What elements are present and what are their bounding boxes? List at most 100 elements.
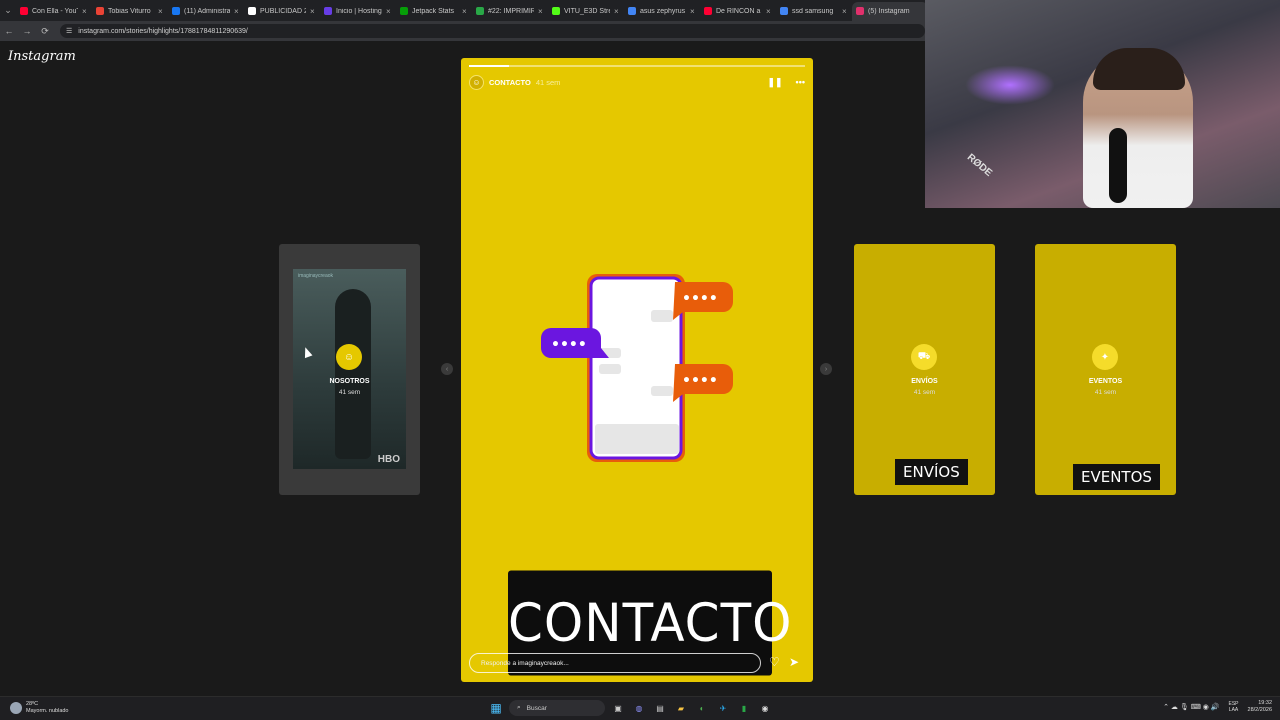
google-favicon-icon [628, 7, 636, 15]
calculator-icon[interactable]: ▤ [652, 700, 668, 716]
close-tab-icon[interactable]: × [462, 7, 468, 16]
person-silhouette [335, 289, 371, 459]
sheets-icon[interactable]: ▮ [736, 700, 752, 716]
webcam-overlay: RØDE [925, 0, 1280, 208]
story-time: 41 sem [535, 77, 561, 87]
close-tab-icon[interactable]: × [386, 7, 392, 16]
tab-title: #22: IMPRIMIR [488, 7, 534, 15]
tab-9[interactable]: De RINCÓN a × [700, 2, 776, 21]
highlight-avatar-icon: ☺ [336, 344, 362, 370]
close-tab-icon[interactable]: × [310, 7, 316, 16]
back-button[interactable]: ← [0, 26, 18, 36]
story-avatar-icon[interactable]: ☺ [469, 74, 484, 90]
tab-search-icon[interactable]: ⌄ [0, 0, 16, 21]
search-icon: ⌕ [517, 704, 521, 711]
story-label: ENVÍOS [895, 459, 968, 485]
tab-2[interactable]: (11) Administrar × [168, 2, 244, 21]
taskbar-search[interactable]: ⌕ Buscar [509, 700, 605, 716]
weather-desc: Mayorm. nublado [26, 708, 69, 714]
like-heart-icon[interactable]: ♡ [769, 655, 780, 669]
date: 28/2/2026 [1247, 707, 1272, 713]
close-tab-icon[interactable]: × [766, 7, 772, 16]
meta-favicon-icon [172, 7, 180, 15]
story-preview-nosotros[interactable]: imaginaycreaok HBO ☺ NOSOTROS 41 sem [279, 244, 420, 495]
close-tab-icon[interactable]: × [690, 7, 696, 16]
story-preview-eventos[interactable]: ✦ EVENTOS 41 sem EVENTOS [1035, 244, 1176, 495]
search-label: Buscar [526, 704, 547, 712]
tab-1[interactable]: Tobias Viturro × [92, 2, 168, 21]
windows-start-icon[interactable]: ▦ [488, 700, 504, 716]
forward-button[interactable]: → [18, 26, 36, 36]
tab-10[interactable]: ssd samsung × [776, 2, 852, 21]
task-view-icon[interactable]: ▣ [610, 700, 626, 716]
tab-0[interactable]: Con Ella - YouTube × [16, 2, 92, 21]
tab-6[interactable]: #22: IMPRIMIR × [472, 2, 548, 21]
instagram-favicon-icon [856, 7, 864, 15]
highlight-time: 41 sem [1094, 389, 1117, 396]
pause-icon[interactable]: ❚❚ [767, 77, 782, 88]
close-tab-icon[interactable]: × [538, 7, 544, 16]
tab-3[interactable]: PUBLICIDAD 2 × [244, 2, 320, 21]
clock[interactable]: 19:32 28/2/2026 [1248, 700, 1272, 714]
story-progress-bar [469, 65, 805, 67]
tab-title: (5) Instagram [868, 7, 910, 15]
story-username[interactable]: CONTACTO [489, 78, 531, 87]
bubble-dots-left: •••• [551, 337, 587, 353]
obs-icon[interactable]: ◉ [757, 700, 773, 716]
instagram-logo[interactable]: Instagram [8, 49, 76, 64]
address-bar-row: ← → ⟳ ☰ instagram.com/stories/highlights… [0, 21, 925, 41]
file-explorer-icon[interactable]: ▰ [673, 700, 689, 716]
bubble-dots-top: •••• [682, 291, 718, 307]
close-tab-icon[interactable]: × [234, 7, 240, 16]
highlight-avatar-icon: ⛟ [911, 344, 937, 370]
progress-fill [469, 65, 510, 67]
reload-button[interactable]: ⟳ [36, 26, 54, 37]
story-preview-envios[interactable]: ⛟ ENVÍOS 41 sem ENVÍOS [854, 244, 995, 495]
gmail-favicon-icon [96, 7, 104, 15]
next-story-button[interactable]: › [820, 363, 832, 375]
more-options-icon[interactable]: ••• [796, 77, 805, 87]
youtube-favicon-icon [20, 7, 28, 15]
story-header: ☺ CONTACTO 41 sem ❚❚ ••• [469, 74, 805, 90]
close-tab-icon[interactable]: × [614, 7, 620, 16]
streamer-hair [1093, 48, 1185, 90]
tab-title: (11) Administrar [184, 7, 230, 15]
tab-5[interactable]: Jetpack Stats × [396, 2, 472, 21]
tab-7[interactable]: VITU_E3D Stre × [548, 2, 624, 21]
tab-4[interactable]: Inicio | Hostinger × [320, 2, 396, 21]
system-tray: ⌃ ☁ 🎙 ⌨ ◉ 🔊 ESP LAA 19:32 28/2/2026 [1163, 700, 1272, 714]
close-tab-icon[interactable]: × [158, 7, 164, 16]
tab-8[interactable]: asus zephyrus × [624, 2, 700, 21]
tab-11[interactable]: (5) Instagram [852, 1, 928, 21]
site-info-icon[interactable]: ☰ [66, 27, 72, 35]
story-label: EVENTOS [1073, 464, 1160, 490]
language-indicator[interactable]: ESP LAA [1229, 701, 1239, 713]
chrome-icon[interactable]: ◐ [694, 700, 710, 716]
tab-title: asus zephyrus [640, 7, 686, 15]
purple-led-light [965, 65, 1055, 105]
taskbar-apps: ▦ ⌕ Buscar ▣ ◍ ▤ ▰ ◐ ✈ ▮ ◉ [488, 700, 773, 716]
tab-title: PUBLICIDAD 2 [260, 7, 306, 15]
tab-title: Tobias Viturro [108, 7, 151, 15]
previous-story-button[interactable]: ‹ [441, 363, 453, 375]
tab-title: ssd samsung [792, 7, 834, 15]
send-icon[interactable]: ➤ [789, 655, 799, 669]
close-tab-icon[interactable]: × [82, 7, 88, 16]
kick-favicon-icon [552, 7, 560, 15]
url-text: instagram.com/stories/highlights/1788178… [78, 27, 248, 35]
hostinger-favicon-icon [324, 7, 332, 15]
weather-widget[interactable]: 28ºC Mayorm. nublado [10, 701, 69, 715]
bubble-dots-bottom: •••• [682, 373, 718, 389]
notion-favicon-icon [248, 7, 256, 15]
tray-icons[interactable]: ⌃ ☁ 🎙 ⌨ ◉ 🔊 [1163, 703, 1219, 711]
url-field[interactable]: ☰ instagram.com/stories/highlights/17881… [60, 24, 925, 38]
close-tab-icon[interactable]: × [842, 7, 848, 16]
tab-title: VITU_E3D Stre [564, 7, 610, 15]
sheets-favicon-icon [476, 7, 484, 15]
telegram-icon[interactable]: ✈ [715, 700, 731, 716]
youtube-favicon-icon [704, 7, 712, 15]
tab-title: Jetpack Stats [412, 7, 455, 15]
reply-input[interactable]: Responde a imaginaycreaok... [469, 653, 761, 673]
story-viewer[interactable]: ☺ CONTACTO 41 sem ❚❚ ••• •••• •••• •••• … [461, 58, 813, 682]
discord-icon[interactable]: ◍ [631, 700, 647, 716]
